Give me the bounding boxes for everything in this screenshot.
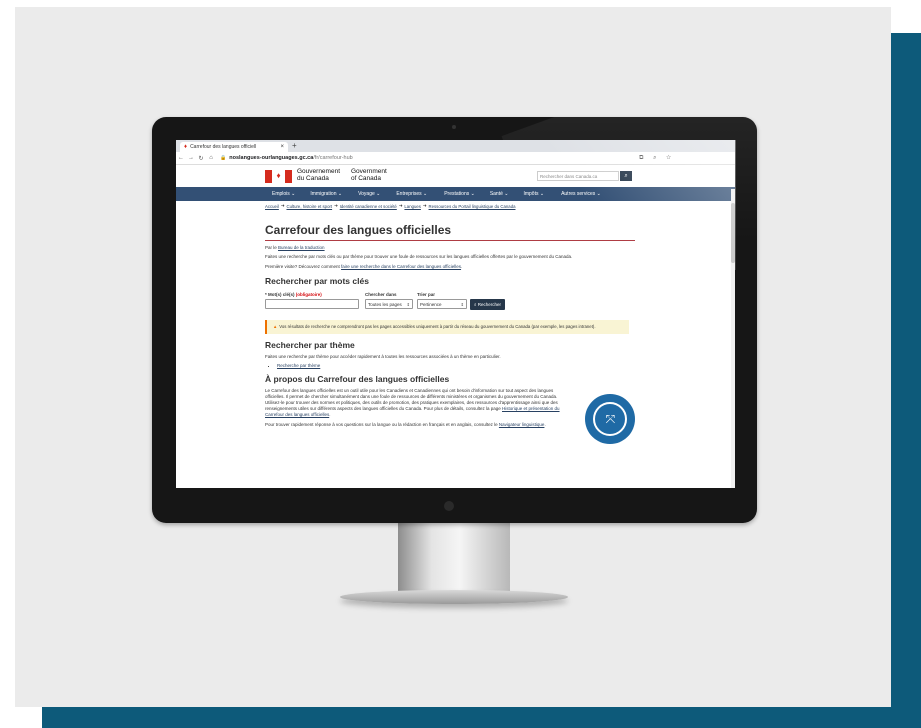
keyword-heading: Rechercher par mots clés (265, 276, 369, 286)
breadcrumb-item[interactable]: Ressources du Portail linguistique du Ca… (429, 204, 516, 209)
breadcrumb-item[interactable]: Accueil (265, 204, 279, 209)
menu-item-autres-services[interactable]: Autres services ⌄ (561, 191, 601, 197)
url-path: /fr/carrefour-hub (313, 155, 353, 161)
keyword-label: * Mot(s) clé(s) (obligatoire) (265, 292, 359, 297)
gov-title-fr[interactable]: Gouvernement du Canada (297, 168, 347, 183)
forward-icon[interactable]: → (186, 155, 196, 161)
sort-value: Pertinence (420, 302, 442, 307)
home-icon[interactable]: ⌂ (206, 155, 216, 161)
menu-item-impots[interactable]: Impôts ⌄ (523, 191, 544, 197)
about-text: Le Carrefour des langues officielles est… (265, 387, 560, 417)
site-search-input[interactable]: Rechercher dans Canada.ca (537, 171, 619, 181)
breadcrumb-item[interactable]: Identité canadienne et société (340, 204, 397, 209)
menu-item-voyage[interactable]: Voyage ⌄ (358, 191, 380, 197)
reload-icon[interactable]: ↻ (196, 155, 206, 162)
menu-item-emplois[interactable]: Emplois ⌄ (272, 191, 295, 197)
chevron-updown-icon: ⇕ (460, 302, 464, 307)
browser-action-icons[interactable]: ⧉ ⌕ ☆ (639, 155, 675, 162)
chevron-updown-icon: ⇕ (406, 302, 410, 307)
first-visit-prefix: Première visite? Découvrez comment (265, 264, 340, 269)
keyword-label-text: * Mot(s) clé(s) (265, 292, 295, 297)
web-page: ♦ Gouvernement du Canada Government of C… (176, 165, 735, 488)
about-heading: À propos du Carrefour des langues offici… (265, 373, 450, 384)
search-button[interactable]: ⌕ Rechercher (470, 299, 506, 310)
gov-title-en[interactable]: Government of Canada (351, 168, 401, 183)
carrefour-logo-icon: ⤧ (585, 393, 635, 444)
menu-item-prestations[interactable]: Prestations ⌄ (444, 191, 475, 197)
sort-label: Trier par (417, 292, 436, 297)
gc-header: ♦ Gouvernement du Canada Government of C… (176, 165, 735, 187)
warning-icon: ▲ (273, 324, 278, 329)
breadcrumb-arrow-icon: ➜ (398, 203, 403, 208)
lock-icon: 🔒 (220, 155, 227, 161)
quick-text: Pour trouver rapidement réponse à vos qu… (265, 421, 546, 427)
monitor-logo (444, 501, 454, 511)
theme-link[interactable]: Recherche par thème (277, 363, 320, 368)
list-item: Recherche par thème (277, 363, 635, 368)
alert-text: Vos résultats de recherche ne comprendro… (279, 324, 596, 329)
search-in-group: Chercher dans Toutes les pages ⇕ (365, 292, 413, 309)
url-field[interactable]: noslangues-ourlanguages.gc.ca/fr/carrefo… (229, 155, 639, 161)
back-icon[interactable]: ← (176, 155, 186, 161)
monitor-stand-base (340, 590, 568, 604)
address-bar: ← → ↻ ⌂ 🔒 noslangues-ourlanguages.gc.ca/… (176, 152, 735, 165)
keyword-input[interactable] (265, 299, 359, 309)
breadcrumb-arrow-icon: ➜ (280, 203, 285, 208)
page-title: Carrefour des langues officielles (265, 223, 635, 241)
sort-group: Trier par Pertinence ⇕ (417, 292, 467, 309)
menu-item-immigration[interactable]: Immigration ⌄ (310, 191, 342, 197)
byline-link[interactable]: Bureau de la traduction (278, 245, 325, 250)
breadcrumb-arrow-icon: ➜ (422, 203, 427, 208)
tab-strip: ♦ Carrefour des langues officiell × + (176, 140, 735, 152)
scrollbar-thumb[interactable] (731, 203, 735, 263)
first-visit-text: Première visite? Découvrez comment faire… (265, 264, 463, 269)
breadcrumb-arrow-icon: ➜ (334, 203, 338, 208)
converging-arrows-icon: ⤧ (605, 411, 616, 426)
new-tab-button[interactable]: + (292, 141, 297, 150)
tab-title: Carrefour des langues officiell (190, 144, 257, 150)
intro-text: Faites une recherche par mots clés ou pa… (265, 254, 573, 259)
maple-leaf-icon: ♦ (184, 144, 188, 150)
tab-close-icon[interactable]: × (280, 144, 284, 150)
menu-item-entreprises[interactable]: Entreprises ⌄ (396, 191, 427, 197)
search-in-value: Toutes les pages (368, 302, 402, 307)
browser-tab[interactable]: ♦ Carrefour des langues officiell × (180, 142, 288, 152)
first-visit-link[interactable]: faire une recherche dans le Carrefour de… (341, 264, 461, 269)
quick-link[interactable]: Navigateur linguistique (499, 422, 545, 427)
main-content: Carrefour des langues officielles Par le… (265, 223, 635, 444)
main-menu: Emplois ⌄ Immigration ⌄ Voyage ⌄ Entrepr… (176, 187, 735, 201)
quick-prefix: Pour trouver rapidement réponse à vos qu… (265, 421, 498, 427)
browser-screen: ♦ Carrefour des langues officiell × + ← … (176, 140, 735, 488)
search-in-label: Chercher dans (365, 292, 397, 297)
url-domain: noslangues-ourlanguages.gc.ca (229, 155, 314, 161)
warning-alert: ▲ Vos résultats de recherche ne comprendr… (265, 320, 629, 334)
gov-en-line2: of Canada (351, 175, 381, 182)
keyword-group: * Mot(s) clé(s) (obligatoire) (265, 292, 359, 309)
search-button-label: Rechercher (477, 302, 502, 307)
search-icon[interactable]: ⌕ (620, 171, 632, 181)
theme-text: Faites une recherche par thème pour accé… (265, 353, 501, 359)
canada-flag-icon[interactable]: ♦ (265, 169, 292, 183)
required-marker: (obligatoire) (295, 292, 322, 297)
search-in-select[interactable]: Toutes les pages ⇕ (365, 299, 413, 309)
gov-fr-line2: du Canada (297, 175, 329, 182)
breadcrumb-item[interactable]: Langues (404, 204, 421, 209)
breadcrumb-item[interactable]: Culture, histoire et sport (286, 204, 332, 209)
about-text-block: Le Carrefour des langues officielles est… (265, 384, 567, 444)
theme-list: Recherche par thème (265, 363, 635, 368)
sort-select[interactable]: Pertinence ⇕ (417, 299, 467, 309)
byline-prefix: Par le (265, 245, 277, 250)
theme-heading: Rechercher par thème (265, 339, 355, 350)
search-form: * Mot(s) clé(s) (obligatoire) Chercher d… (265, 292, 635, 310)
monitor-stand-neck (398, 522, 510, 594)
menu-item-sante[interactable]: Santé ⌄ (490, 191, 509, 197)
breadcrumb: Accueil ➜ Culture, histoire et sport ➜ I… (176, 201, 735, 211)
camera-dot (452, 125, 456, 129)
about-section: Le Carrefour des langues officielles est… (265, 384, 635, 444)
byline: Par le Bureau de la traduction (265, 245, 635, 250)
